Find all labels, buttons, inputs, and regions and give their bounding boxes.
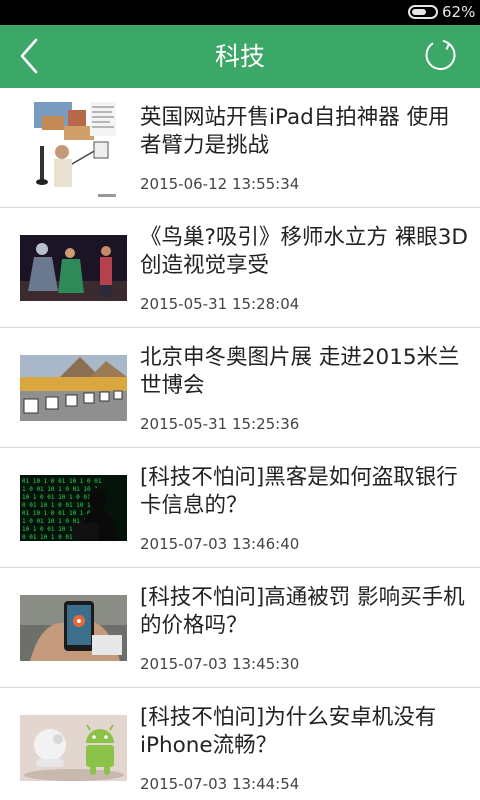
article-item[interactable]: 《鸟巢?吸引》移师水立方 裸眼3D创造视觉享受 2015-05-31 15:28… [0,208,480,328]
article-title: [科技不怕问]高通被罚 影响买手机的价格吗？ [140,585,465,638]
phone-in-hand-image [20,595,127,661]
article-time: 2015-07-03 13:46:40 [140,535,300,553]
battery-icon [408,5,438,19]
refresh-button[interactable] [420,35,462,77]
article-item[interactable]: 英国网站开售iPad自拍神器 使用者臂力是挑战 2015-06-12 13:55… [0,88,480,208]
svg-text:1 0 01 10 1 0 01 10 1: 1 0 01 10 1 0 01 10 1 [22,486,98,493]
article-item[interactable]: 01 10 1 0 01 10 1 0 01 1 0 01 10 1 0 01 … [0,448,480,568]
article-item[interactable]: 北京申冬奥图片展 走进2015米兰世博会 2015-05-31 15:25:36 [0,328,480,448]
article-title: 北京申冬奥图片展 走进2015米兰世博会 [140,345,460,398]
article-time: 2015-05-31 15:28:04 [140,295,300,313]
hacker-image: 01 10 1 0 01 10 1 0 01 1 0 01 10 1 0 01 … [20,475,127,541]
article-time: 2015-07-03 13:45:30 [140,655,300,673]
ipad-selfie-image [28,98,120,200]
battery-percentage: 62% [442,3,476,21]
article-item[interactable]: [科技不怕问]为什么安卓机没有iPhone流畅？ 2015-07-03 13:4… [0,688,480,800]
article-time: 2015-06-12 13:55:34 [140,175,300,193]
svg-text:01 10 1 0 01 10 1 0 01: 01 10 1 0 01 10 1 0 01 [22,478,102,485]
article-title: 《鸟巢?吸引》移师水立方 裸眼3D创造视觉享受 [140,225,468,278]
title-bar: 科技 [0,25,480,88]
article-thumbnail [20,235,127,301]
article-thumbnail [20,595,127,661]
article-title: 英国网站开售iPad自拍神器 使用者臂力是挑战 [140,105,450,158]
article-thumbnail [28,98,120,200]
article-title: [科技不怕问]为什么安卓机没有iPhone流畅？ [140,705,437,758]
article-time: 2015-07-03 13:44:54 [140,775,300,793]
page-title: 科技 [214,42,265,71]
expo-exhibition-image [20,355,127,421]
battery-level [412,9,426,15]
article-thumbnail: 01 10 1 0 01 10 1 0 01 1 0 01 10 1 0 01 … [20,475,127,541]
article-list[interactable]: 英国网站开售iPad自拍神器 使用者臂力是挑战 2015-06-12 13:55… [0,88,480,800]
article-thumbnail [20,715,127,781]
article-time: 2015-05-31 15:25:36 [140,415,300,433]
article-title: [科技不怕问]黑客是如何盗取银行卡信息的？ [140,465,458,518]
refresh-icon [425,39,456,70]
status-bar: 62% [0,0,480,25]
svg-text:0 01 10 1 0 01 10 1 0: 0 01 10 1 0 01 10 1 0 [22,502,98,509]
article-item[interactable]: [科技不怕问]高通被罚 影响买手机的价格吗？ 2015-07-03 13:45:… [0,568,480,688]
stage-performance-image [20,235,127,301]
back-button[interactable] [10,31,54,81]
article-thumbnail [20,355,127,421]
chevron-left-icon [20,38,38,74]
android-vs-apple-image [20,715,127,781]
